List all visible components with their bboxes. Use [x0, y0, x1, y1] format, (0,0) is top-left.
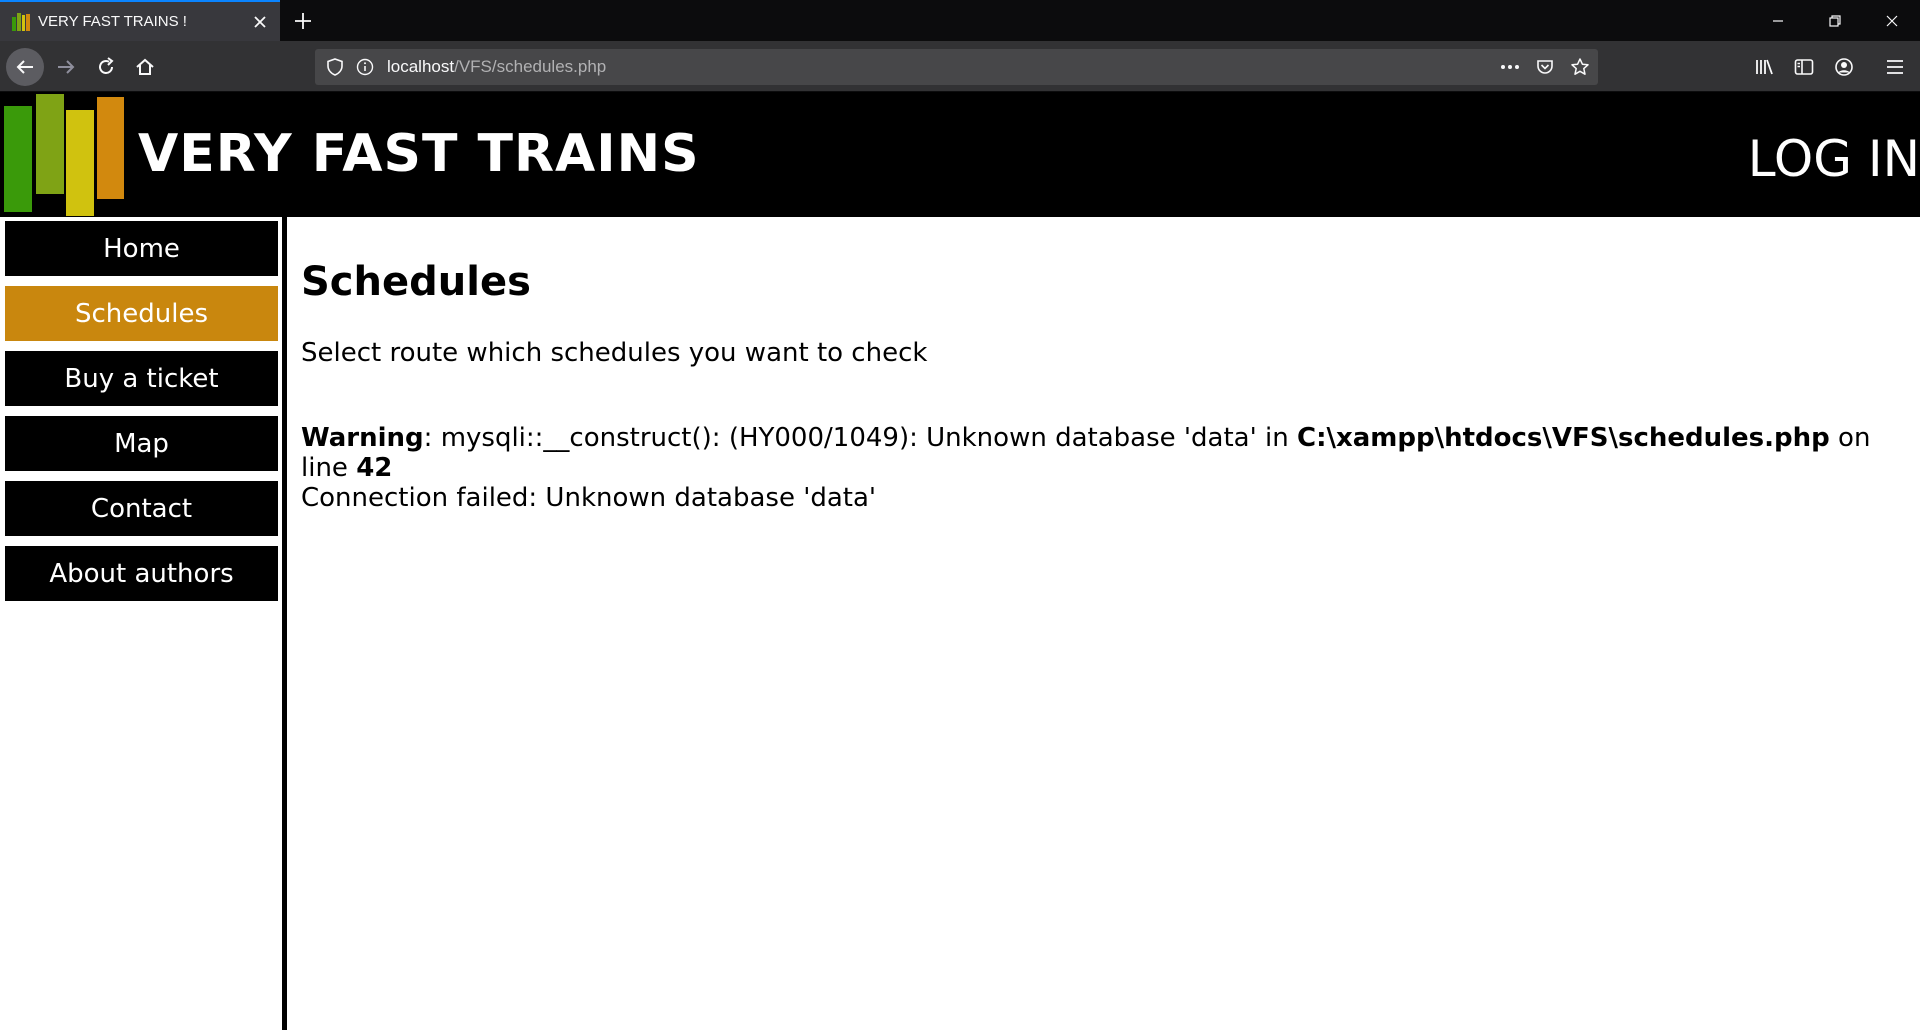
address-bar[interactable]: localhost/VFS/schedules.php — [315, 49, 1598, 85]
url-host: localhost — [387, 57, 455, 76]
warning-label: Warning — [301, 423, 424, 453]
new-tab-icon[interactable] — [288, 6, 318, 36]
library-icon[interactable] — [1747, 49, 1783, 85]
url-text: localhost/VFS/schedules.php — [387, 57, 606, 77]
warning-line-number: 42 — [356, 453, 393, 483]
web-page: VERY FAST TRAINS LOG IN Home Schedules B… — [0, 92, 1920, 1030]
site-header: VERY FAST TRAINS LOG IN — [0, 92, 1920, 217]
page-actions-icon[interactable] — [1498, 55, 1522, 79]
logo-bar-1 — [4, 106, 32, 212]
forward-arrow-icon[interactable] — [48, 49, 84, 85]
back-arrow-icon[interactable] — [6, 48, 44, 86]
sidebar-item-buy-a-ticket[interactable]: Buy a ticket — [5, 351, 278, 406]
minimize-icon[interactable] — [1749, 0, 1806, 41]
account-icon[interactable] — [1826, 49, 1862, 85]
intro-text: Select route which schedules you want to… — [301, 338, 928, 368]
site-logo[interactable] — [4, 94, 126, 216]
home-icon[interactable] — [127, 49, 163, 85]
sidebar-item-home[interactable]: Home — [5, 221, 278, 276]
tab-title: VERY FAST TRAINS ! — [38, 13, 187, 30]
pocket-icon[interactable] — [1533, 55, 1557, 79]
sidebar-menu: Home Schedules Buy a ticket Map Contact … — [0, 217, 287, 1030]
logo-bar-4 — [97, 97, 124, 199]
sidebar-item-map[interactable]: Map — [5, 416, 278, 471]
window-controls — [1749, 0, 1920, 41]
browser-tab[interactable]: VERY FAST TRAINS ! — [0, 0, 280, 41]
site-info-icon[interactable] — [353, 55, 377, 79]
browser-tabstrip: VERY FAST TRAINS ! — [0, 0, 1920, 41]
site-brand-title[interactable]: VERY FAST TRAINS — [138, 124, 700, 184]
site-favicon-icon — [12, 12, 30, 31]
browser-navbar: localhost/VFS/schedules.php — [0, 41, 1920, 92]
page-title: Schedules — [301, 259, 531, 305]
connection-error: Connection failed: Unknown database 'dat… — [301, 483, 877, 513]
close-tab-icon[interactable] — [246, 8, 274, 36]
close-window-icon[interactable] — [1863, 0, 1920, 41]
warning-message: : mysqli::__construct(): (HY000/1049): U… — [423, 423, 1297, 453]
sidebar-item-schedules[interactable]: Schedules — [5, 286, 278, 341]
tracking-shield-icon[interactable] — [323, 55, 347, 79]
sidebar-toggle-icon[interactable] — [1786, 49, 1822, 85]
reload-icon[interactable] — [88, 49, 124, 85]
logo-bar-2 — [36, 94, 64, 194]
warning-file-path: C:\xampp\htdocs\VFS\schedules.php — [1296, 423, 1830, 453]
restore-icon[interactable] — [1806, 0, 1863, 41]
php-warning: Warning: mysqli::__construct(): (HY000/1… — [301, 423, 1901, 513]
sidebar-item-contact[interactable]: Contact — [5, 481, 278, 536]
sidebar-item-about-authors[interactable]: About authors — [5, 546, 278, 601]
logo-bar-3 — [66, 110, 94, 216]
menu-hamburger-icon[interactable] — [1877, 49, 1913, 85]
login-link[interactable]: LOG IN — [1748, 130, 1920, 188]
url-path: /VFS/schedules.php — [454, 57, 607, 76]
bookmark-star-icon[interactable] — [1568, 55, 1592, 79]
